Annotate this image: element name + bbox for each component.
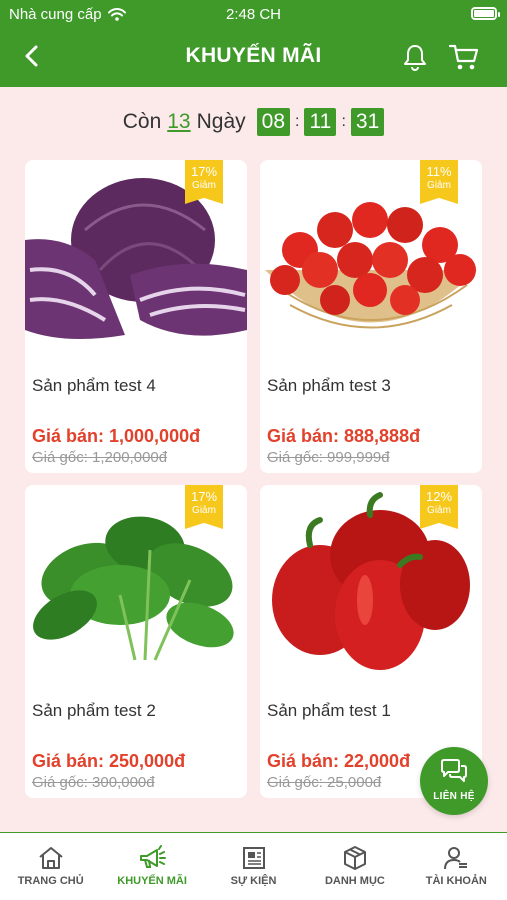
box-icon [343, 846, 366, 870]
product-original-price: Giá gốc: 999,999đ [267, 449, 390, 466]
home-icon [39, 847, 63, 869]
product-price: Giá bán: 250,000đ [32, 751, 186, 771]
tab-promotions[interactable]: KHUYẾN MÃI [101, 833, 202, 900]
tab-account[interactable]: TÀI KHOẢN [406, 833, 507, 900]
countdown-hours: 08 [256, 108, 290, 136]
tab-events[interactable]: SỰ KIỆN [203, 833, 304, 900]
megaphone-icon [140, 845, 167, 868]
product-price: Giá bán: 22,000đ [267, 751, 411, 771]
product-card[interactable]: 17% Giảm Sản phẩm test 2 Giá bán: 250,00… [25, 485, 247, 798]
discount-badge: 17% Giảm [185, 485, 223, 529]
countdown-minutes: 11 [304, 108, 337, 136]
battery-icon [471, 7, 500, 20]
product-name: Sản phẩm test 4 [32, 376, 156, 395]
countdown-timer: Còn 13 Ngày 08 : 11 : 31 [0, 108, 507, 136]
discount-badge: 12% Giảm [420, 485, 458, 529]
product-original-price: Giá gốc: 1,200,000đ [32, 449, 168, 466]
product-original-price: Giá gốc: 25,000đ [267, 774, 382, 791]
contact-button[interactable]: LIÊN HỆ [420, 747, 488, 815]
contact-label: LIÊN HỆ [433, 791, 475, 802]
product-price: Giá bán: 888,888đ [267, 426, 421, 446]
countdown-days: 13 [167, 110, 191, 133]
discount-badge: 11% Giảm [420, 160, 458, 204]
app-header: Nhà cung cấp 2:48 CH KHUYẾN MÃI [0, 0, 507, 87]
tab-home[interactable]: TRANG CHỦ [0, 833, 101, 900]
status-time: 2:48 CH [225, 6, 282, 23]
chat-icon [441, 759, 467, 782]
bottom-tab-bar: TRANG CHỦ KHUYẾN MÃI SỰ KIỆN DANH MỤC TÀ… [0, 832, 507, 900]
product-price: Giá bán: 1,000,000đ [32, 426, 201, 446]
countdown-days-label: Ngày [196, 110, 246, 133]
status-bar: Nhà cung cấp 2:48 CH [0, 0, 507, 28]
product-name: Sản phẩm test 2 [32, 701, 156, 720]
product-card[interactable]: 17% Giảm Sản phẩm test 4 Giá bán: 1,000,… [25, 160, 247, 473]
product-card[interactable]: 11% Giảm Sản phẩm test 3 Giá bán: 888,88… [260, 160, 482, 473]
product-name: Sản phẩm test 3 [267, 376, 391, 395]
user-icon [444, 847, 468, 870]
page-title: KHUYẾN MÃI [185, 44, 322, 67]
product-name: Sản phẩm test 1 [267, 701, 391, 720]
tab-categories[interactable]: DANH MỤC [304, 833, 405, 900]
nav-bar: KHUYẾN MÃI [0, 30, 507, 84]
cart-icon[interactable] [448, 42, 480, 72]
product-original-price: Giá gốc: 300,000đ [32, 774, 155, 791]
newspaper-icon [242, 847, 265, 869]
discount-badge: 17% Giảm [185, 160, 223, 204]
countdown-prefix: Còn [122, 110, 162, 133]
countdown-seconds: 31 [350, 108, 385, 136]
bell-icon[interactable] [400, 42, 430, 72]
